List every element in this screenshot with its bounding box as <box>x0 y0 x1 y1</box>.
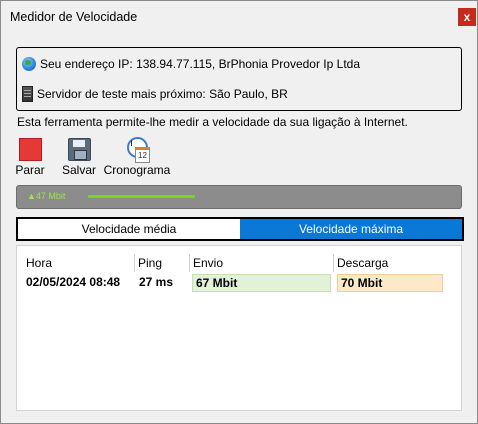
stop-icon <box>18 138 42 161</box>
test-server-text: Servidor de teste mais próximo: São Paul… <box>37 87 288 101</box>
schedule-button[interactable]: 12 Cronograma <box>102 137 172 177</box>
connection-info-box: Seu endereço IP: 138.94.77.115, BrPhonia… <box>16 47 462 111</box>
stop-button[interactable]: Parar <box>9 137 51 177</box>
schedule-label: Cronograma <box>103 163 171 177</box>
tab-max-speed[interactable]: Velocidade máxima <box>240 219 462 239</box>
column-header-ping[interactable]: Ping <box>134 254 188 272</box>
server-icon <box>22 86 33 102</box>
ip-info-row: Seu endereço IP: 138.94.77.115, BrPhonia… <box>22 54 360 74</box>
tab-average-speed[interactable]: Velocidade média <box>18 219 240 239</box>
calendar-icon: 12 <box>135 147 150 163</box>
server-info-row: Servidor de teste mais próximo: São Paul… <box>22 84 288 104</box>
column-header-time[interactable]: Hora <box>23 254 134 272</box>
progress-speed-label: ▲47 Mbit <box>27 191 66 201</box>
ip-address-text: Seu endereço IP: 138.94.77.115, BrPhonia… <box>40 57 361 71</box>
save-label: Salvar <box>61 163 96 177</box>
stop-label: Parar <box>15 163 45 177</box>
cell-ping: 27 ms <box>139 275 174 289</box>
column-header-download[interactable]: Descarga <box>333 254 445 272</box>
speed-tabs: Velocidade média Velocidade máxima <box>16 217 464 241</box>
window-title: Medidor de Velocidade <box>10 10 138 24</box>
results-table: Hora Ping Envio Descarga 02/05/2024 08:4… <box>16 245 462 411</box>
speed-test-window: Medidor de Velocidade x Seu endereço IP:… <box>0 0 478 424</box>
column-header-upload[interactable]: Envio <box>189 254 329 272</box>
globe-icon <box>22 57 36 71</box>
speed-progress-bar: ▲47 Mbit <box>16 185 462 209</box>
cell-download: 70 Mbit <box>337 274 443 292</box>
close-button[interactable]: x <box>458 8 476 26</box>
progress-fill <box>88 195 195 198</box>
floppy-disk-icon <box>67 138 91 161</box>
clock-calendar-icon: 12 <box>123 137 151 163</box>
cell-time: 02/05/2024 08:48 <box>26 275 121 289</box>
title-bar: Medidor de Velocidade x <box>1 1 477 33</box>
save-button[interactable]: Salvar <box>58 137 100 177</box>
cell-upload: 67 Mbit <box>192 274 331 292</box>
tool-description: Esta ferramenta permite-lhe medir a velo… <box>17 115 408 129</box>
